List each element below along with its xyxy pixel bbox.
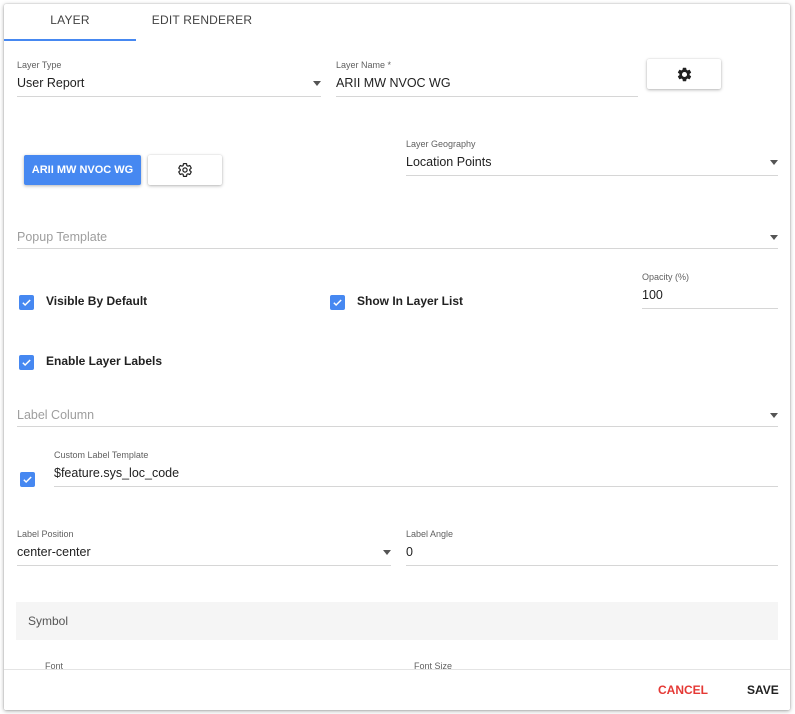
enable-layer-labels-checkbox[interactable] bbox=[19, 355, 34, 370]
layer-type-select[interactable]: Layer Type User Report bbox=[17, 60, 321, 98]
chevron-down-icon bbox=[770, 413, 778, 418]
gear-outline-icon bbox=[178, 163, 192, 177]
layer-name-label: Layer Name * bbox=[336, 60, 392, 70]
tab-layer[interactable]: LAYER bbox=[4, 4, 136, 41]
popup-template-select[interactable]: Popup Template bbox=[17, 228, 778, 250]
custom-label-template-value: $feature.sys_loc_code bbox=[54, 466, 180, 480]
opacity-value: 100 bbox=[642, 288, 663, 302]
layer-geography-select[interactable]: Layer Geography Location Points bbox=[406, 139, 778, 177]
cancel-button[interactable]: CANCEL bbox=[658, 670, 708, 710]
label-position-select[interactable]: Label Position center-center bbox=[17, 529, 391, 567]
chevron-down-icon bbox=[383, 550, 391, 555]
opacity-field[interactable]: Opacity (%) 100 bbox=[642, 272, 778, 310]
layer-type-label: Layer Type bbox=[17, 60, 62, 70]
layer-geography-label: Layer Geography bbox=[406, 139, 476, 149]
label-position-value: center-center bbox=[17, 545, 91, 559]
show-in-layer-list-label: Show In Layer List bbox=[357, 294, 464, 308]
layer-geography-value: Location Points bbox=[406, 155, 492, 169]
save-button[interactable]: SAVE bbox=[747, 670, 779, 710]
custom-label-template-field[interactable]: Custom Label Template $feature.sys_loc_c… bbox=[54, 450, 778, 488]
chevron-down-icon bbox=[770, 160, 778, 165]
layer-name-button[interactable]: ARII MW NVOC WG bbox=[24, 155, 141, 185]
check-icon bbox=[333, 299, 342, 307]
enable-layer-labels-label: Enable Layer Labels bbox=[46, 354, 163, 368]
chevron-down-icon bbox=[313, 81, 321, 86]
custom-label-template-label: Custom Label Template bbox=[54, 450, 149, 460]
chevron-down-icon bbox=[770, 235, 778, 240]
label-angle-value: 0 bbox=[406, 545, 413, 559]
dialog-footer: CANCEL SAVE bbox=[4, 669, 790, 710]
layer-name-value: ARII MW NVOC WG bbox=[336, 76, 451, 90]
visible-by-default-checkbox[interactable] bbox=[19, 295, 34, 310]
label-angle-label: Label Angle bbox=[406, 529, 454, 539]
check-icon bbox=[22, 359, 31, 367]
layer-name-field[interactable]: Layer Name * ARII MW NVOC WG bbox=[336, 60, 638, 98]
check-icon bbox=[22, 299, 31, 307]
opacity-label: Opacity (%) bbox=[642, 272, 690, 282]
tab-bar: LAYER EDIT RENDERER bbox=[4, 4, 790, 41]
check-icon bbox=[23, 476, 32, 484]
show-in-layer-list-checkbox[interactable] bbox=[330, 295, 345, 310]
visible-by-default-label: Visible By Default bbox=[46, 294, 148, 308]
layer-type-value: User Report bbox=[17, 76, 85, 90]
label-angle-field[interactable]: Label Angle 0 bbox=[406, 529, 778, 567]
tab-edit-renderer[interactable]: EDIT RENDERER bbox=[136, 4, 268, 41]
layer-options-button[interactable] bbox=[148, 155, 222, 185]
label-column-select[interactable]: Label Column bbox=[17, 406, 778, 428]
label-position-label: Label Position bbox=[17, 529, 74, 539]
symbol-section-title: Symbol bbox=[28, 614, 69, 628]
popup-template-placeholder: Popup Template bbox=[17, 230, 108, 244]
layer-settings-button[interactable] bbox=[647, 59, 721, 89]
label-column-placeholder: Label Column bbox=[17, 408, 95, 422]
custom-label-template-checkbox[interactable] bbox=[20, 472, 35, 487]
symbol-section-header[interactable]: Symbol bbox=[16, 602, 778, 640]
layer-dialog: LAYER EDIT RENDERER Layer Type User Repo… bbox=[4, 4, 790, 710]
gear-icon bbox=[677, 67, 691, 81]
